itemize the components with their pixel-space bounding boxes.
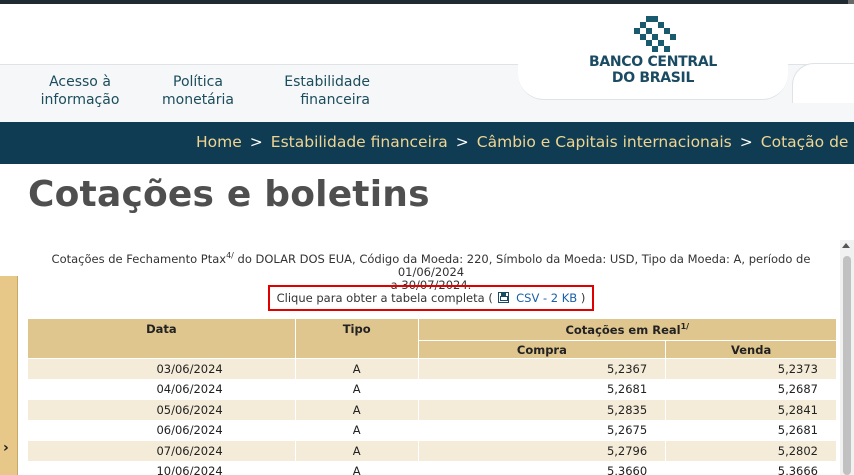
- logo-line2: DO BRASIL: [611, 70, 695, 86]
- nav-acesso-informacao[interactable]: Acesso à informação: [30, 73, 130, 109]
- cell-compra: 5,2367: [417, 358, 667, 380]
- description-footnote: 4/: [226, 251, 234, 260]
- nav-estabilidade-financeira[interactable]: Estabilidade financeira: [270, 73, 370, 109]
- nav-acesso-line1: Acesso à: [49, 74, 111, 90]
- cell-venda: 5,2802: [665, 440, 837, 462]
- table-row: 07/06/2024 A 5,2796 5,2802: [27, 440, 837, 462]
- cell-tipo: A: [294, 399, 419, 421]
- cell-tipo: A: [294, 419, 419, 441]
- breadcrumb-separator: >: [455, 133, 469, 151]
- page: Acesso à informação Política monetária E…: [0, 0, 854, 475]
- cell-compra: 5,2675: [417, 419, 667, 441]
- cell-data: 06/06/2024: [27, 419, 296, 441]
- header-right-tab: [792, 63, 854, 103]
- breadcrumb-trail: Home > Estabilidade financeira > Câmbio e Ca…: [196, 133, 854, 151]
- logo-line1: BANCO CENTRAL: [588, 54, 717, 70]
- csv-suffix: ): [580, 291, 586, 305]
- breadcrumb-estabilidade[interactable]: Estabilidade financeira: [271, 133, 448, 151]
- csv-download-box: Clique para obter a tabela completa ( CS…: [268, 285, 594, 311]
- description-part1: Cotações de Fechamento Ptax: [51, 251, 227, 266]
- nav-politica-line1: Política: [173, 74, 223, 90]
- table-row: 03/06/2024 A 5,2367 5,2373: [27, 358, 837, 380]
- table-row: 05/06/2024 A 5,2835 5,2841: [27, 399, 837, 421]
- table-row: 10/06/2024 A 5,3660 5,3666: [27, 460, 837, 475]
- cell-data: 05/06/2024: [27, 399, 296, 421]
- cell-compra: 5,2681: [417, 378, 667, 400]
- chevron-right-icon[interactable]: ›: [3, 440, 9, 456]
- nav-acesso-line2: informação: [40, 92, 120, 108]
- page-title: Cotações e boletins: [28, 174, 430, 215]
- logo-mark-icon: [634, 16, 676, 52]
- cell-compra: 5,2835: [417, 399, 667, 421]
- nav-politica-monetaria[interactable]: Política monetária: [148, 73, 248, 109]
- breadcrumb-separator: >: [249, 133, 263, 151]
- site-header: Acesso à informação Política monetária E…: [0, 4, 854, 122]
- cell-tipo: A: [294, 358, 419, 380]
- quotes-table-wrapper: Data Tipo Cotações em Real1/ Compra Vend…: [27, 318, 838, 475]
- cell-tipo: A: [294, 378, 419, 400]
- scrollbar-thumb[interactable]: [843, 256, 851, 475]
- breadcrumb-separator: >: [739, 133, 753, 151]
- description-line1: Cotações de Fechamento Ptax4/ do DOLAR D…: [20, 249, 842, 279]
- description-part2: do DOLAR DOS EUA, Código da Moeda: 220, …: [233, 251, 811, 279]
- cell-compra: 5,3660: [417, 460, 667, 475]
- cell-compra: 5,2796: [417, 440, 667, 462]
- cell-venda: 5,2373: [665, 358, 837, 380]
- cell-data: 07/06/2024: [27, 440, 296, 462]
- cell-data: 04/06/2024: [27, 378, 296, 400]
- breadcrumb-cambio[interactable]: Câmbio e Capitais internacionais: [477, 133, 732, 151]
- header-tipo: Tipo: [294, 318, 419, 359]
- breadcrumb-home[interactable]: Home: [196, 133, 242, 151]
- breadcrumb: Home > Estabilidade financeira > Câmbio e Ca…: [0, 122, 854, 164]
- header-compra: Compra: [417, 340, 667, 359]
- csv-prefix: Clique para obter a tabela completa (: [276, 291, 493, 305]
- cell-tipo: A: [294, 460, 419, 475]
- nav-politica-line2: monetária: [162, 92, 234, 108]
- cell-venda: 5,2841: [665, 399, 837, 421]
- header-cotacoes-footnote: 1/: [680, 322, 690, 331]
- cell-venda: 5,2681: [665, 419, 837, 441]
- quotes-table: Data Tipo Cotações em Real1/ Compra Vend…: [27, 318, 838, 475]
- table-row: 06/06/2024 A 5,2675 5,2681: [27, 419, 837, 441]
- nav-estabilidade-line1: Estabilidade: [284, 74, 370, 90]
- cell-venda: 5,3666: [665, 460, 837, 475]
- cell-tipo: A: [294, 440, 419, 462]
- csv-download-link[interactable]: CSV - 2 KB: [516, 291, 577, 305]
- logo-text: BANCO CENTRAL DO BRASIL: [588, 54, 718, 86]
- header-venda: Venda: [665, 340, 837, 359]
- header-cotacoes-label: Cotações em Real: [565, 322, 681, 337]
- breadcrumb-cotacao[interactable]: Cotação de moedas: [761, 133, 854, 151]
- bcb-logo[interactable]: BANCO CENTRAL DO BRASIL: [588, 16, 718, 92]
- scroll-up-icon[interactable]: [842, 243, 850, 248]
- cell-venda: 5,2687: [665, 378, 837, 400]
- cell-data: 03/06/2024: [27, 358, 296, 380]
- header-data: Data: [27, 318, 296, 359]
- floppy-disk-icon[interactable]: [498, 292, 510, 303]
- header-cotacoes: Cotações em Real1/: [417, 318, 838, 341]
- nav-estabilidade-line2: financeira: [300, 92, 370, 108]
- cell-data: 10/06/2024: [27, 460, 296, 475]
- table-row: 04/06/2024 A 5,2681 5,2687: [27, 378, 837, 400]
